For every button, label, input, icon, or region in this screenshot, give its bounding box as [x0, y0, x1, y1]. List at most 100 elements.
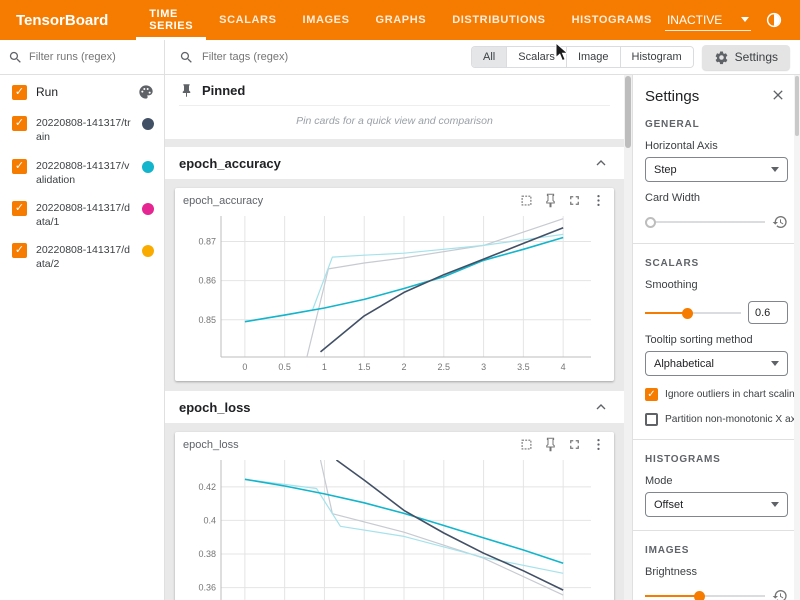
card-width-slider[interactable] — [645, 215, 765, 229]
horizontal-axis-select[interactable]: Step — [645, 157, 788, 182]
cards-area: Pinned Pin cards for a quick view and co… — [165, 75, 632, 600]
chip-all[interactable]: All — [472, 47, 506, 67]
smoothing-input[interactable] — [748, 301, 788, 324]
histogram-mode-label: Mode — [645, 475, 788, 487]
run-color-dot — [142, 118, 154, 130]
slider-thumb[interactable] — [645, 217, 656, 228]
app-title: TensorBoard — [0, 0, 122, 40]
group-label-histograms: HISTOGRAMS — [645, 454, 788, 465]
tooltip-sorting-label: Tooltip sorting method — [645, 334, 788, 346]
card-actions — [519, 437, 606, 452]
chip-histogram[interactable]: Histogram — [620, 47, 693, 67]
tab-images[interactable]: IMAGES — [290, 0, 363, 40]
reload-status-select[interactable]: INACTIVE — [665, 10, 751, 31]
settings-panel: Settings GENERAL Horizontal Axis Step Ca… — [632, 75, 800, 600]
slider-thumb[interactable] — [682, 308, 693, 319]
svg-text:0.87: 0.87 — [198, 236, 216, 246]
svg-text:4: 4 — [561, 362, 566, 372]
main-nav: TIME SERIES SCALARS IMAGES GRAPHS DISTRI… — [136, 0, 665, 40]
svg-text:0.86: 0.86 — [198, 276, 216, 286]
run-checkbox-2[interactable]: ✓ — [12, 201, 27, 216]
card-width-label: Card Width — [645, 192, 788, 204]
tooltip-sorting-select[interactable]: Alphabetical — [645, 351, 788, 376]
group-label-images: IMAGES — [645, 545, 788, 556]
runs-list-header: ✓ Run — [0, 75, 164, 109]
histogram-mode-select[interactable]: Offset — [645, 492, 788, 517]
app-header: TensorBoard TIME SERIES SCALARS IMAGES G… — [0, 0, 800, 40]
fullscreen-icon[interactable] — [567, 193, 582, 208]
more-options-icon[interactable] — [591, 437, 606, 452]
ignore-outliers-checkbox[interactable]: ✓ — [645, 388, 658, 401]
pin-icon — [179, 83, 194, 98]
card-width-control — [645, 214, 788, 230]
main-scrollbar-thumb[interactable] — [625, 76, 631, 148]
chevron-up-icon[interactable] — [592, 398, 610, 416]
svg-text:0.36: 0.36 — [198, 583, 216, 593]
svg-text:0.5: 0.5 — [278, 362, 291, 372]
run-label: 20220808-141317/train — [36, 116, 133, 144]
group-label-scalars: SCALARS — [645, 258, 788, 269]
section-title: epoch_loss — [179, 400, 251, 415]
fullscreen-icon[interactable] — [567, 437, 582, 452]
run-checkbox-3[interactable]: ✓ — [12, 243, 27, 258]
settings-button[interactable]: Settings — [702, 45, 790, 70]
run-checkbox-all[interactable]: ✓ — [12, 85, 27, 100]
close-icon[interactable] — [770, 87, 788, 105]
tab-distributions[interactable]: DISTRIBUTIONS — [439, 0, 558, 40]
content-row: Pinned Pin cards for a quick view and co… — [165, 75, 800, 600]
tab-time-series[interactable]: TIME SERIES — [136, 0, 206, 40]
section-header-epoch-accuracy[interactable]: epoch_accuracy — [165, 147, 624, 179]
tags-toolbar: All Scalars Image Histogram Settings — [165, 40, 800, 75]
tab-graphs[interactable]: GRAPHS — [363, 0, 440, 40]
chevron-up-icon[interactable] — [592, 154, 610, 172]
svg-text:3: 3 — [481, 362, 486, 372]
run-checkbox-0[interactable]: ✓ — [12, 116, 27, 131]
smoothing-label: Smoothing — [645, 279, 788, 291]
fit-domain-icon[interactable] — [519, 437, 534, 452]
run-label: 20220808-141317/data/2 — [36, 243, 133, 271]
settings-scrollbar[interactable] — [794, 75, 800, 600]
tags-filter-input[interactable] — [202, 51, 463, 63]
main-scrollbar[interactable] — [624, 75, 632, 600]
pin-card-icon[interactable] — [543, 437, 558, 452]
tab-histograms[interactable]: HISTOGRAMS — [559, 0, 665, 40]
divider — [633, 530, 800, 531]
app-body: ✓ Run ✓ 20220808-141317/train ✓ 20220808… — [0, 40, 800, 600]
theme-toggle-icon[interactable] — [764, 10, 784, 30]
run-label: 20220808-141317/data/1 — [36, 201, 133, 229]
run-row-data-1[interactable]: ✓ 20220808-141317/data/1 — [0, 194, 164, 236]
fit-domain-icon[interactable] — [519, 193, 534, 208]
reset-brightness-icon[interactable] — [772, 588, 788, 600]
settings-scrollbar-thumb[interactable] — [795, 76, 799, 136]
slider-thumb[interactable] — [694, 591, 705, 600]
horizontal-axis-label: Horizontal Axis — [645, 140, 788, 152]
section-header-epoch-loss[interactable]: epoch_loss — [165, 391, 624, 423]
run-label: 20220808-141317/validation — [36, 159, 133, 187]
svg-text:0: 0 — [242, 362, 247, 372]
epoch-accuracy-chart[interactable]: 00.511.522.533.540.850.860.87 — [183, 210, 603, 375]
card-header: epoch_loss — [183, 437, 606, 452]
settings-panel-title: Settings — [645, 88, 699, 105]
run-row-train[interactable]: ✓ 20220808-141317/train — [0, 109, 164, 151]
svg-text:1.5: 1.5 — [358, 362, 371, 372]
smoothing-slider[interactable] — [645, 306, 741, 320]
tab-scalars[interactable]: SCALARS — [206, 0, 289, 40]
runs-filter-input[interactable] — [29, 51, 156, 63]
reset-card-width-icon[interactable] — [772, 214, 788, 230]
run-row-data-2[interactable]: ✓ 20220808-141317/data/2 — [0, 236, 164, 278]
pin-card-icon[interactable] — [543, 193, 558, 208]
run-color-dot — [142, 245, 154, 257]
chart-card-epoch-loss: epoch_loss 00.511.522.533.540.360.380.40… — [175, 432, 614, 600]
chip-image[interactable]: Image — [566, 47, 620, 67]
run-row-validation[interactable]: ✓ 20220808-141317/validation — [0, 152, 164, 194]
chevron-down-icon — [741, 17, 749, 22]
chip-scalars[interactable]: Scalars — [506, 47, 566, 67]
chart-card-epoch-accuracy: epoch_accuracy 00.511.522.533.540.850.86… — [175, 188, 614, 381]
partition-x-axis-checkbox[interactable] — [645, 413, 658, 426]
brightness-slider[interactable] — [645, 589, 765, 600]
palette-icon[interactable] — [138, 84, 154, 100]
more-options-icon[interactable] — [591, 193, 606, 208]
epoch-loss-chart[interactable]: 00.511.522.533.540.360.380.40.42 — [183, 454, 603, 600]
partition-x-axis-label: Partition non-monotonic X axis — [665, 414, 800, 425]
run-checkbox-1[interactable]: ✓ — [12, 159, 27, 174]
